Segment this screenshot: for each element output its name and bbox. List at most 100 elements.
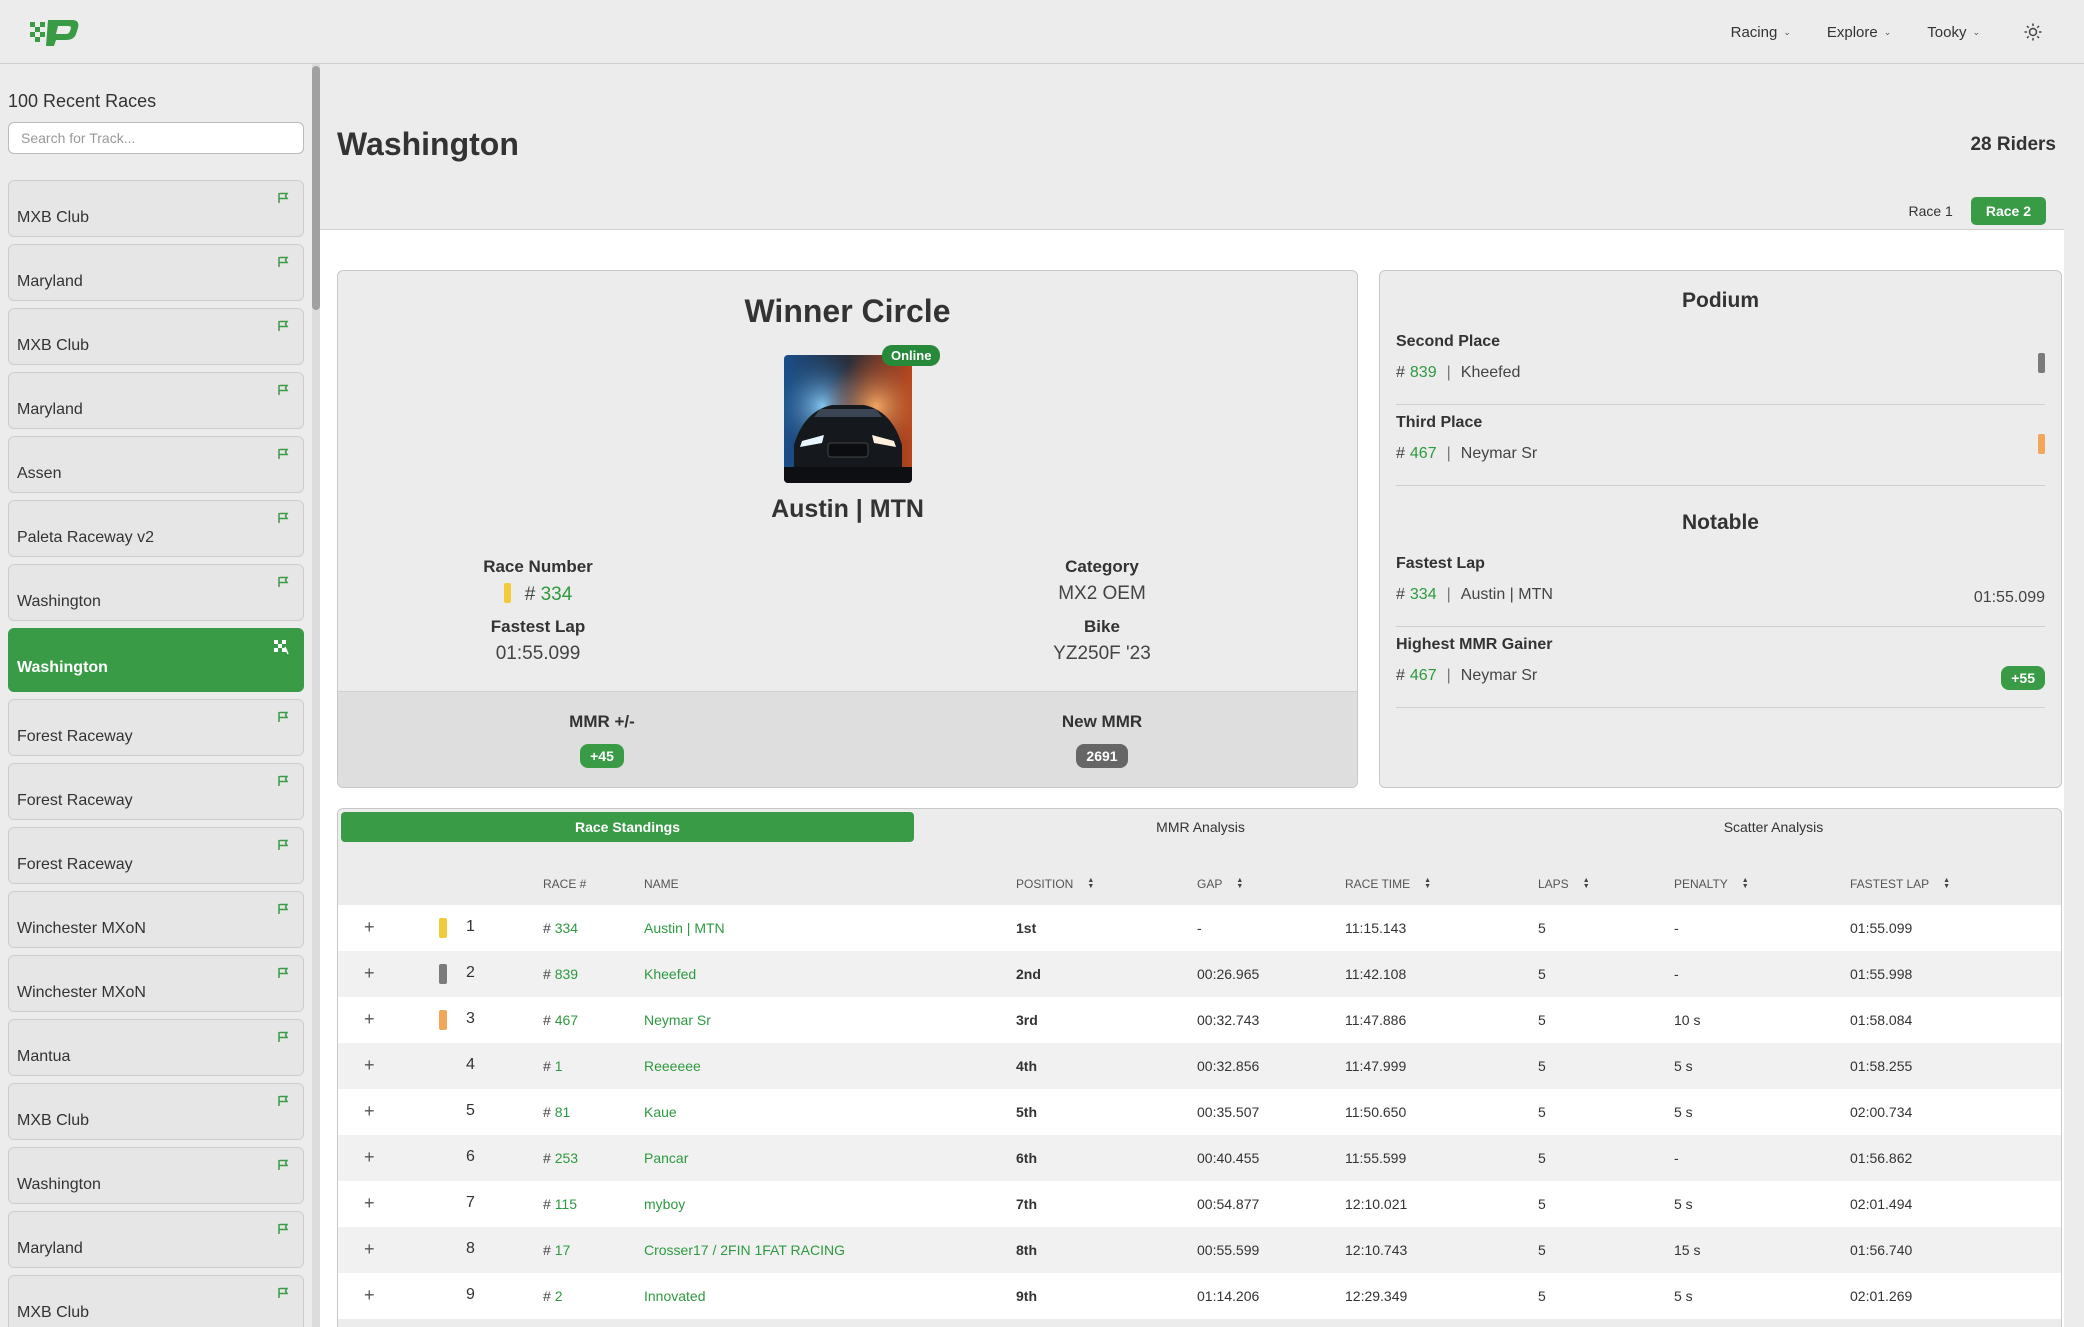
- expand-row-button[interactable]: +: [364, 917, 375, 938]
- race-list-item[interactable]: Winchester MXoN: [8, 955, 304, 1012]
- race-number-value[interactable]: 81: [555, 1104, 571, 1120]
- table-row[interactable]: +6 # 253 Pancar 6th 00:40.455 11:55.599 5 - 01:5…: [338, 1135, 2061, 1181]
- expand-row-button[interactable]: +: [364, 1239, 375, 1260]
- race-list-item[interactable]: Forest Raceway: [8, 827, 304, 884]
- col-gap[interactable]: GAP ▲ ▼: [1197, 877, 1243, 891]
- table-row[interactable]: +3 # 467 Neymar Sr 3rd 00:32.743 11:47.886 5 10…: [338, 997, 2061, 1043]
- race-list-item[interactable]: Forest Raceway: [8, 699, 304, 756]
- rider-race-number[interactable]: # 81: [543, 1104, 570, 1120]
- mmr-gainer-number[interactable]: 467: [1410, 667, 1437, 685]
- rider-race-number[interactable]: # 467: [543, 1012, 578, 1028]
- expand-row-button[interactable]: +: [364, 1147, 375, 1168]
- expand-row-button[interactable]: +: [364, 963, 375, 984]
- race-list-item[interactable]: Assen: [8, 436, 304, 493]
- scrollbar-thumb[interactable]: [312, 66, 320, 310]
- nav-racing[interactable]: Racing ⌄: [1731, 24, 1791, 41]
- third-place-name[interactable]: Neymar Sr: [1461, 445, 1537, 463]
- table-row[interactable]: +7 # 115 myboy 7th 00:54.877 12:10.021 5 5 s 02:…: [338, 1181, 2061, 1227]
- rider-name[interactable]: Pancar: [644, 1150, 688, 1166]
- rider-name[interactable]: myboy: [644, 1196, 685, 1212]
- place-number: 3: [466, 1010, 475, 1027]
- tab-race-standings[interactable]: Race Standings: [341, 812, 914, 842]
- race-number-value[interactable]: 334: [555, 920, 578, 936]
- rider-race-number[interactable]: # 17: [543, 1242, 570, 1258]
- table-row[interactable]: +1 # 334 Austin | MTN 1st - 11:15.143 5 - 01:55.…: [338, 905, 2061, 951]
- tab-scatter-analysis[interactable]: Scatter Analysis: [1487, 812, 2060, 842]
- race-number-value[interactable]: 17: [555, 1242, 571, 1258]
- tab-mmr-analysis[interactable]: MMR Analysis: [914, 812, 1487, 842]
- rider-name[interactable]: Neymar Sr: [644, 1012, 711, 1028]
- second-place-name[interactable]: Kheefed: [1461, 364, 1521, 382]
- mmr-gainer-name[interactable]: Neymar Sr: [1461, 667, 1537, 685]
- rider-name[interactable]: Reeeeee: [644, 1058, 701, 1074]
- race-list-item[interactable]: Winchester MXoN: [8, 891, 304, 948]
- expand-row-button[interactable]: +: [364, 1285, 375, 1306]
- rider-race-number[interactable]: # 2: [543, 1288, 562, 1304]
- sort-icon[interactable]: ▲ ▼: [1742, 877, 1749, 890]
- col-fastest-lap[interactable]: FASTEST LAP ▲ ▼: [1850, 877, 1950, 891]
- race-list-item[interactable]: Washington: [8, 1147, 304, 1204]
- table-row[interactable]: +8 # 17 Crosser17 / 2FIN 1FAT RACING 8th 00:…: [338, 1227, 2061, 1273]
- rider-name[interactable]: Kaue: [644, 1104, 677, 1120]
- race-list-item[interactable]: MXB Club: [8, 1275, 304, 1327]
- race-list-item[interactable]: Maryland: [8, 1211, 304, 1268]
- rider-name[interactable]: Crosser17 / 2FIN 1FAT RACING: [644, 1242, 845, 1258]
- race-list-item[interactable]: MXB Club: [8, 1083, 304, 1140]
- rider-race-number[interactable]: # 1: [543, 1058, 562, 1074]
- race-list-item[interactable]: Washington: [8, 628, 304, 692]
- tab-race-2[interactable]: Race 2: [1970, 197, 2046, 225]
- third-place-number[interactable]: 467: [1410, 445, 1437, 463]
- col-penalty[interactable]: PENALTY ▲ ▼: [1674, 877, 1749, 891]
- nav-explore[interactable]: Explore ⌄: [1827, 24, 1891, 41]
- rider-race-number[interactable]: # 839: [543, 966, 578, 982]
- table-row[interactable]: +4 # 1 Reeeeee 4th 00:32.856 11:47.999 5 5 s 01:…: [338, 1043, 2061, 1089]
- race-list-item[interactable]: MXB Club: [8, 180, 304, 237]
- race-list-item[interactable]: Paleta Raceway v2: [8, 500, 304, 557]
- sort-icon[interactable]: ▲ ▼: [1583, 877, 1590, 890]
- race-list-item[interactable]: Maryland: [8, 372, 304, 429]
- table-row[interactable]: +9 # 2 Innovated 9th 01:14.206 12:29.349 5 5 s 0…: [338, 1273, 2061, 1319]
- mmr-gainer-badge: +55: [2001, 666, 2045, 690]
- expand-row-button[interactable]: +: [364, 1101, 375, 1122]
- sort-icon[interactable]: ▲ ▼: [1943, 877, 1950, 890]
- second-place-number[interactable]: 839: [1410, 364, 1437, 382]
- site-logo[interactable]: [28, 16, 82, 46]
- tab-race-1[interactable]: Race 1: [1900, 198, 1960, 224]
- expand-row-button[interactable]: +: [364, 1009, 375, 1030]
- rider-name[interactable]: Kheefed: [644, 966, 696, 982]
- nav-user-menu[interactable]: Tooky ⌄: [1927, 24, 1980, 41]
- sidebar-scrollbar[interactable]: [312, 64, 320, 1327]
- race-list-item[interactable]: Washington: [8, 564, 304, 621]
- rider-race-number[interactable]: # 334: [543, 920, 578, 936]
- race-number-value[interactable]: 467: [555, 1012, 578, 1028]
- table-row[interactable]: +2 # 839 Kheefed 2nd 00:26.965 11:42.108 5 - 01:…: [338, 951, 2061, 997]
- rider-name[interactable]: Innovated: [644, 1288, 706, 1304]
- fastest-lap-number[interactable]: 334: [1410, 586, 1437, 604]
- race-list-item[interactable]: Maryland: [8, 244, 304, 301]
- fastest-lap-name[interactable]: Austin | MTN: [1461, 586, 1553, 604]
- table-row[interactable]: +5 # 81 Kaue 5th 00:35.507 11:50.650 5 5 s 02:00…: [338, 1089, 2061, 1135]
- track-search-input[interactable]: [8, 122, 304, 154]
- race-number-value[interactable]: 839: [555, 966, 578, 982]
- race-number-value[interactable]: 253: [555, 1150, 578, 1166]
- rider-race-number[interactable]: # 115: [543, 1196, 577, 1212]
- race-list-item[interactable]: Mantua: [8, 1019, 304, 1076]
- race-number-value[interactable]: 115: [555, 1196, 577, 1212]
- rider-name[interactable]: Austin | MTN: [644, 920, 725, 936]
- expand-row-button[interactable]: +: [364, 1055, 375, 1076]
- sort-icon[interactable]: ▲ ▼: [1236, 877, 1243, 890]
- expand-row-button[interactable]: +: [364, 1193, 375, 1214]
- sort-icon[interactable]: ▲ ▼: [1424, 877, 1431, 890]
- sort-icon[interactable]: ▲ ▼: [1087, 877, 1094, 890]
- rider-race-number[interactable]: # 253: [543, 1150, 578, 1166]
- race-number-value[interactable]: 1: [555, 1058, 563, 1074]
- place-number: 9: [466, 1286, 475, 1303]
- race-list-item[interactable]: Forest Raceway: [8, 763, 304, 820]
- theme-toggle-button[interactable]: [2022, 21, 2044, 43]
- col-position[interactable]: POSITION ▲ ▼: [1016, 877, 1094, 891]
- race-list-item[interactable]: MXB Club: [8, 308, 304, 365]
- col-race-time[interactable]: RACE TIME ▲ ▼: [1345, 877, 1431, 891]
- race-number-value[interactable]: 2: [555, 1288, 563, 1304]
- col-laps[interactable]: LAPS ▲ ▼: [1538, 877, 1590, 891]
- fastest-lap: 02:01.494: [1850, 1196, 1913, 1212]
